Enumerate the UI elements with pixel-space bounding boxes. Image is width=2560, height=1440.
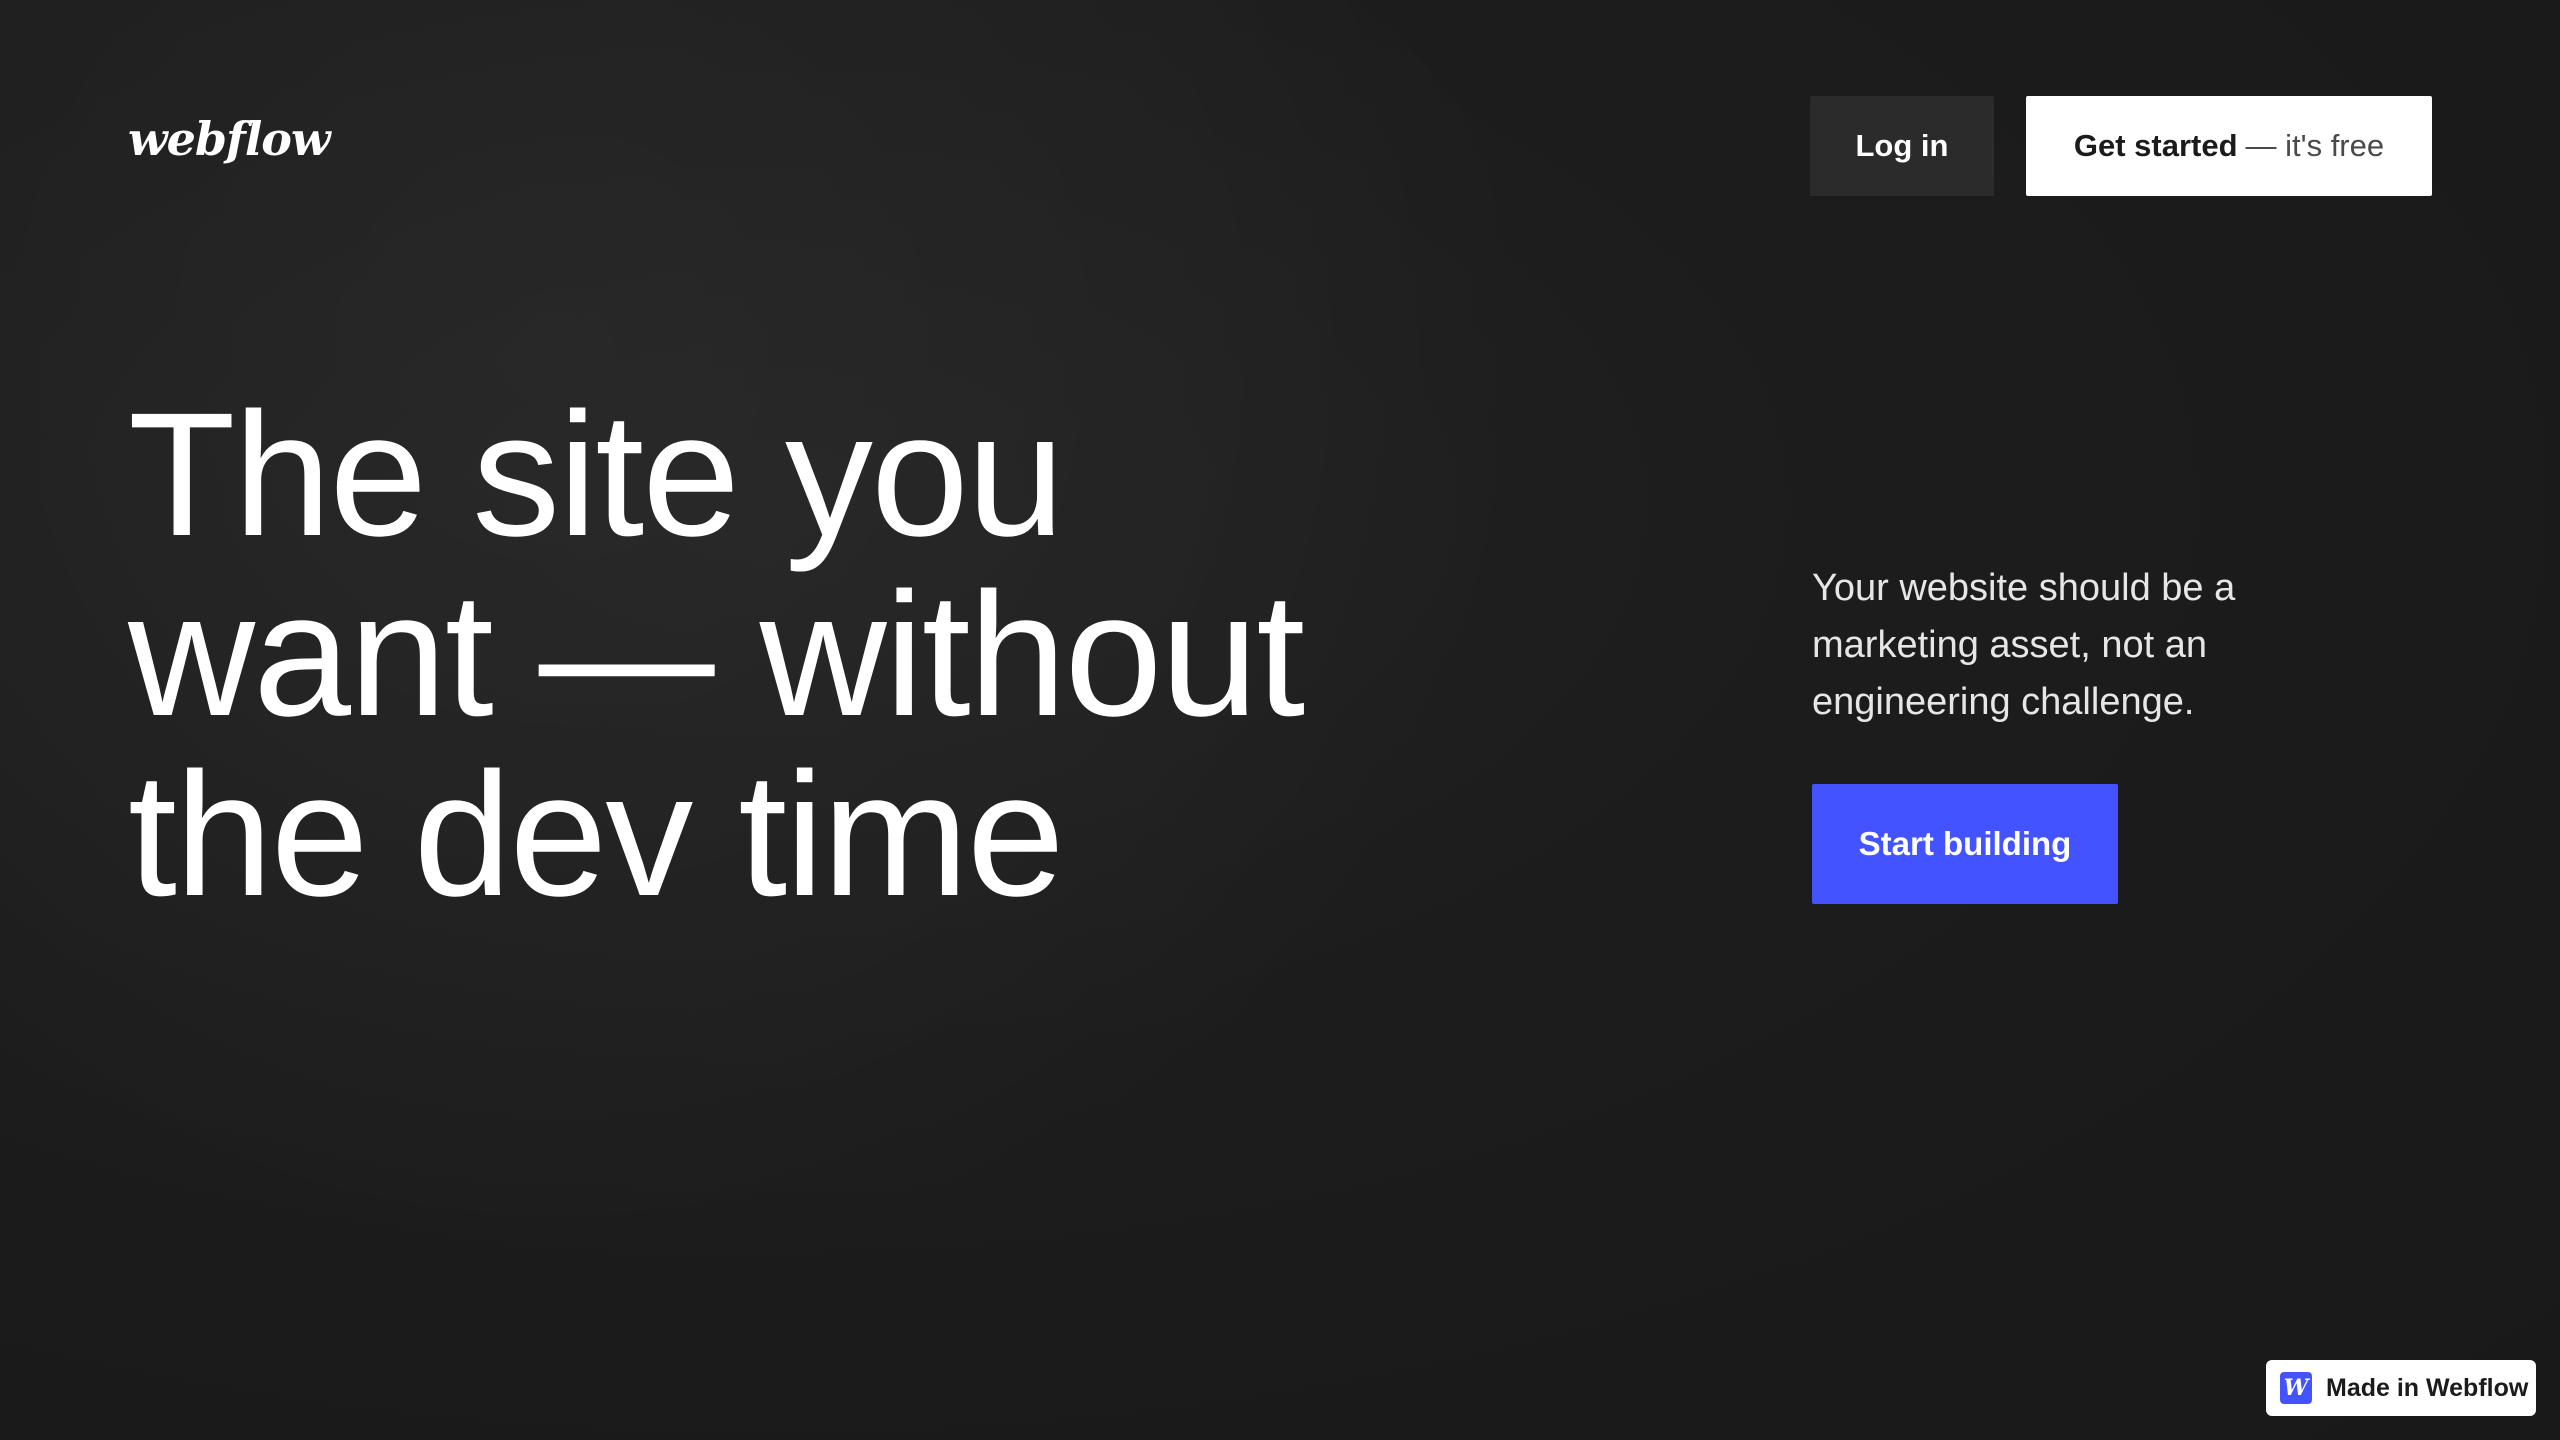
- headline-line-1: The site you: [128, 377, 1065, 573]
- hero-headline: The site you want — without the dev time: [128, 385, 1628, 925]
- start-building-button[interactable]: Start building: [1812, 784, 2118, 904]
- webflow-logo[interactable]: webflow: [128, 112, 331, 166]
- headline-line-3: the dev time: [128, 737, 1065, 933]
- hero-subtext: Your website should be a marketing asset…: [1812, 567, 2236, 723]
- get-started-suffix: — it's free: [2245, 128, 2385, 163]
- headline-line-2: want — without: [128, 557, 1305, 753]
- made-in-webflow-badge[interactable]: W Made in Webflow: [2266, 1360, 2536, 1416]
- badge-label: Made in Webflow: [2326, 1373, 2529, 1402]
- page: webflow Log in Get started — it's free T…: [0, 0, 2560, 1440]
- webflow-w-icon: W: [2280, 1372, 2312, 1404]
- get-started-label: Get started: [2073, 128, 2238, 163]
- login-button[interactable]: Log in: [1810, 96, 1994, 196]
- get-started-button[interactable]: Get started — it's free: [2026, 96, 2432, 196]
